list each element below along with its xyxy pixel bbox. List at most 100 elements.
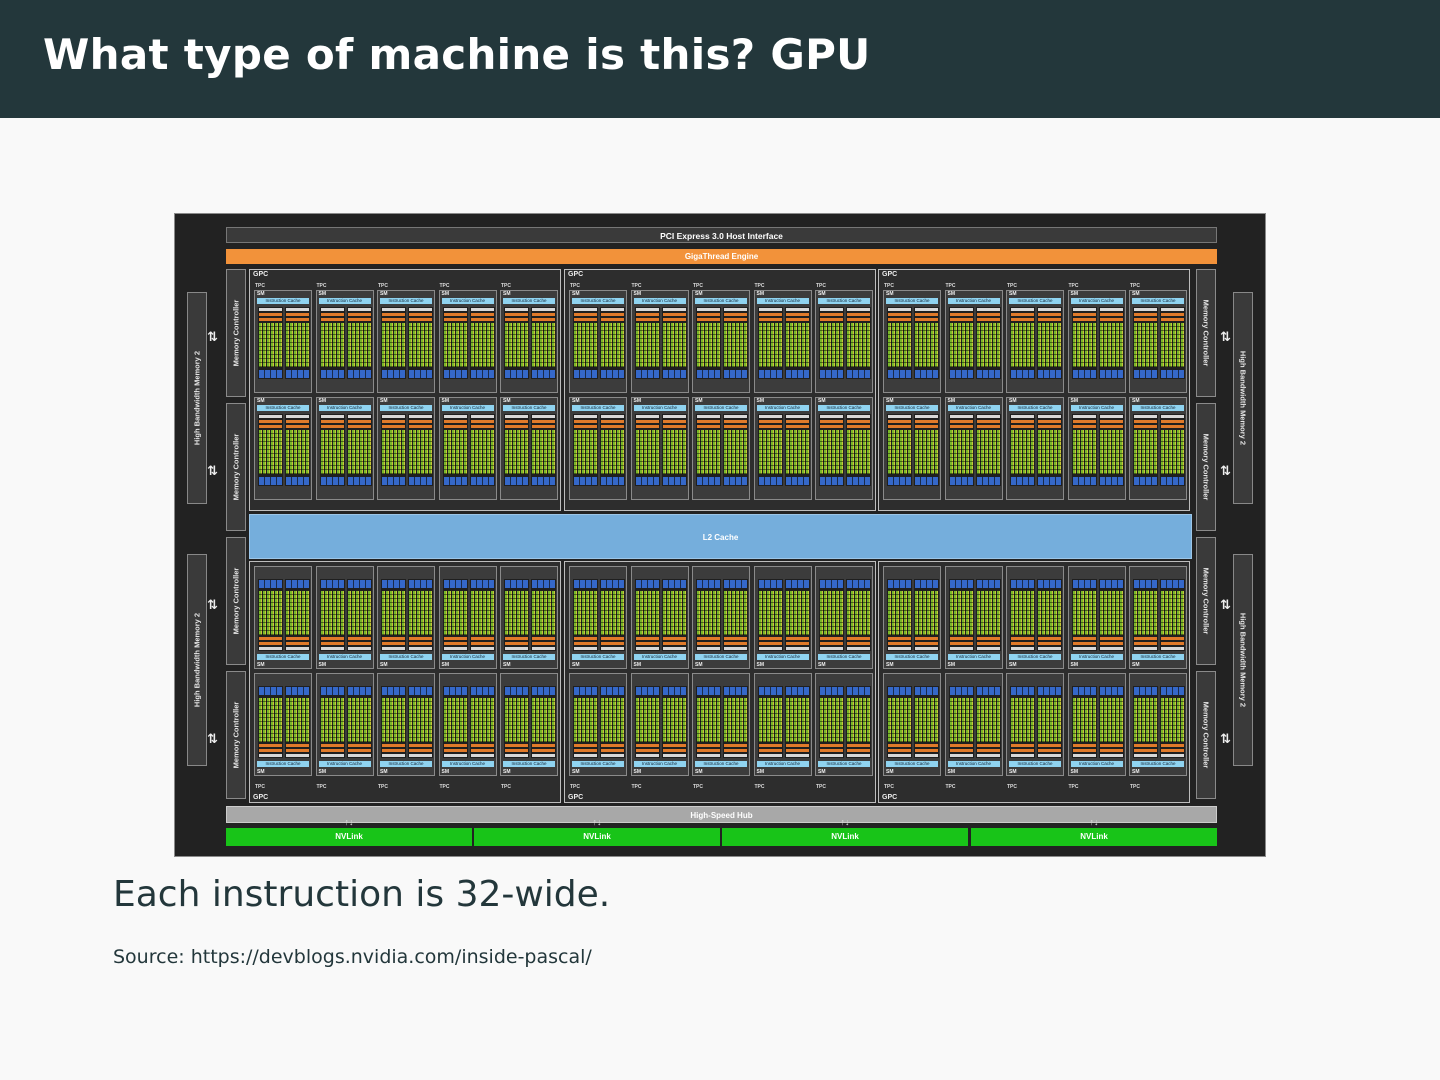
dispatch-stripe: [888, 318, 911, 321]
processing-block: [504, 414, 529, 486]
sm-label: SM: [441, 291, 450, 297]
cuda-cores-grid: [532, 698, 555, 742]
tpc-label: TPC: [945, 283, 956, 289]
sm-label: SM: [633, 291, 642, 297]
instruction-cache: Instruction Cache: [572, 761, 624, 767]
register-stripe: [470, 308, 494, 311]
sm-label: SM: [947, 662, 956, 668]
warp-scheduler-stripe: [286, 313, 309, 316]
register-stripe: [820, 647, 843, 650]
load-store-units: [1161, 580, 1184, 588]
processing-block: [1071, 686, 1097, 758]
warp-scheduler-stripe: [949, 642, 973, 645]
register-stripe: [409, 647, 432, 650]
memory-controller-left-4: Memory Controller: [226, 671, 246, 799]
warp-scheduler-stripe: [949, 749, 973, 752]
processing-block: [696, 579, 721, 651]
register-stripe: [409, 754, 432, 757]
load-store-units: [915, 370, 938, 378]
dispatch-stripe: [1161, 744, 1184, 747]
streaming-multiprocessor: SM Instruction Cache: [753, 397, 812, 500]
dispatch-stripe: [409, 637, 432, 640]
instruction-cache: Instruction Cache: [318, 298, 371, 304]
dispatch-stripe: [785, 637, 809, 640]
streaming-multiprocessor: SM Instruction Cache: [692, 673, 750, 776]
processing-block: [696, 307, 721, 379]
warp-scheduler-stripe: [382, 313, 405, 316]
warp-scheduler-stripe: [382, 420, 405, 423]
load-store-units: [320, 687, 344, 695]
processing-block: [634, 414, 660, 486]
cuda-cores-grid: [1038, 430, 1061, 474]
load-store-units: [532, 370, 555, 378]
cuda-cores-grid: [409, 430, 432, 474]
register-stripe: [320, 415, 344, 418]
dispatch-stripe: [470, 318, 494, 321]
processing-block: [784, 686, 810, 758]
register-stripe: [443, 308, 467, 311]
warp-scheduler-stripe: [724, 749, 747, 752]
sm-label: SM: [633, 398, 642, 404]
processing-block: [1037, 579, 1062, 651]
cuda-cores-grid: [347, 323, 371, 367]
load-store-units: [847, 477, 870, 485]
sm-label: SM: [633, 662, 642, 668]
bidirectional-arrow-icon: ⇅: [1220, 598, 1231, 613]
dispatch-stripe: [532, 637, 555, 640]
warp-scheduler-stripe: [286, 420, 309, 423]
load-store-units: [259, 580, 282, 588]
streaming-multiprocessor: SM Instruction Cache: [883, 673, 941, 776]
register-stripe: [1011, 415, 1034, 418]
processing-block: [914, 307, 939, 379]
warp-scheduler-stripe: [662, 749, 686, 752]
dispatch-stripe: [1038, 637, 1061, 640]
streaming-multiprocessor: SM Instruction Cache: [569, 566, 627, 669]
register-stripe: [601, 415, 624, 418]
load-store-units: [635, 477, 659, 485]
cuda-cores-grid: [915, 591, 938, 635]
register-stripe: [601, 647, 624, 650]
cuda-cores-grid: [847, 323, 870, 367]
load-store-units: [724, 580, 747, 588]
nvlink-arrow: ↑↓: [592, 817, 602, 827]
load-store-units: [259, 477, 282, 485]
load-store-units: [470, 687, 494, 695]
register-stripe: [1099, 308, 1123, 311]
sm-label: SM: [818, 398, 826, 404]
register-stripe: [697, 415, 720, 418]
warp-scheduler-stripe: [724, 313, 747, 316]
streaming-multiprocessor: SM Instruction Cache: [438, 673, 497, 776]
gpc-label: GPC: [882, 271, 898, 278]
load-store-units: [409, 477, 432, 485]
warp-scheduler-stripe: [470, 313, 494, 316]
instruction-cache: Instruction Cache: [318, 405, 371, 411]
dispatch-stripe: [635, 425, 659, 428]
load-store-units: [409, 370, 432, 378]
dispatch-stripe: [574, 744, 597, 747]
warp-scheduler-stripe: [976, 313, 1000, 316]
register-stripe: [347, 754, 371, 757]
dispatch-stripe: [382, 425, 405, 428]
sm-label: SM: [1070, 769, 1079, 775]
processing-block: [1037, 686, 1062, 758]
cuda-cores-grid: [662, 430, 686, 474]
warp-scheduler-stripe: [409, 642, 432, 645]
cuda-cores-grid: [259, 323, 282, 367]
dispatch-stripe: [662, 637, 686, 640]
warp-scheduler-stripe: [470, 749, 494, 752]
dispatch-stripe: [662, 425, 686, 428]
register-stripe: [505, 308, 528, 311]
warp-scheduler-stripe: [915, 749, 938, 752]
load-store-units: [1134, 370, 1157, 378]
load-store-units: [1038, 580, 1061, 588]
cuda-cores-grid: [697, 591, 720, 635]
load-store-units: [758, 687, 782, 695]
streaming-multiprocessor: SM Instruction Cache: [1129, 290, 1187, 393]
hbm2-stack-1: High Bandwidth Memory 2: [187, 292, 207, 504]
streaming-multiprocessor: SM Instruction Cache: [254, 566, 312, 669]
cuda-cores-grid: [382, 698, 405, 742]
instruction-cache: Instruction Cache: [503, 654, 555, 660]
load-store-units: [1011, 477, 1034, 485]
streaming-multiprocessor: SM Instruction Cache: [1067, 566, 1126, 669]
sm-label: SM: [1009, 291, 1017, 297]
